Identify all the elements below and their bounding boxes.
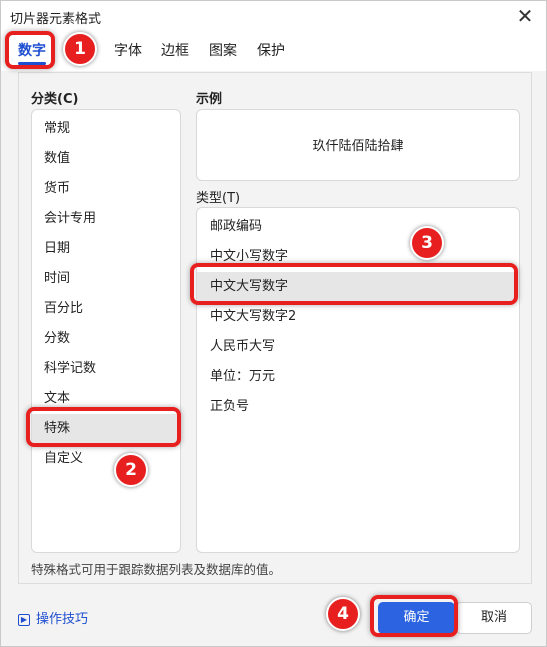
cancel-button[interactable]: 取消 — [456, 602, 532, 634]
type-item-unit-wan[interactable]: 单位：万元 — [197, 362, 516, 392]
type-item-postal-code[interactable]: 邮政编码 — [197, 212, 516, 242]
highlight-category-special — [26, 407, 181, 447]
format-dialog: 切片器元素格式 ✕ 数字 字体 边框 图案 保护 分类(C) 常规 数值 货币 … — [0, 0, 547, 647]
step-badge-3: 3 — [410, 226, 444, 260]
category-item-date[interactable]: 日期 — [32, 234, 180, 264]
category-item-accounting[interactable]: 会计专用 — [32, 204, 180, 234]
category-list[interactable]: 常规 数值 货币 会计专用 日期 时间 百分比 分数 科学记数 文本 特殊 自定… — [31, 109, 181, 553]
step-badge-4: 4 — [326, 597, 360, 631]
title-bar: 切片器元素格式 ✕ — [1, 1, 546, 31]
category-item-fraction[interactable]: 分数 — [32, 324, 180, 354]
highlight-tab-number — [5, 31, 55, 69]
type-list[interactable]: 邮政编码 中文小写数字 中文大写数字 中文大写数字2 人民币大写 单位：万元 正… — [196, 207, 520, 553]
sample-label: 示例 — [196, 92, 223, 107]
number-tab-panel: 分类(C) 常规 数值 货币 会计专用 日期 时间 百分比 分数 科学记数 文本… — [18, 72, 532, 584]
type-item-plus-minus[interactable]: 正负号 — [197, 392, 516, 422]
play-icon: ▶ — [18, 614, 30, 626]
sample-value: 玖仟陆佰陆拾肆 — [312, 139, 404, 154]
highlight-ok-button — [370, 595, 458, 637]
category-item-custom[interactable]: 自定义 — [32, 444, 180, 474]
category-item-currency[interactable]: 货币 — [32, 174, 180, 204]
tab-border[interactable]: 边框 — [161, 40, 189, 60]
step-badge-2: 2 — [114, 453, 148, 487]
highlight-type-chinese-uppercase — [190, 263, 518, 305]
category-item-number[interactable]: 数值 — [32, 144, 180, 174]
tips-label: 操作技巧 — [36, 612, 89, 627]
dialog-title: 切片器元素格式 — [10, 12, 102, 27]
tab-pattern[interactable]: 图案 — [209, 40, 237, 60]
category-item-scientific[interactable]: 科学记数 — [32, 354, 180, 384]
category-label: 分类(C) — [31, 92, 79, 107]
tab-font[interactable]: 字体 — [114, 40, 142, 60]
type-item-rmb-uppercase[interactable]: 人民币大写 — [197, 332, 516, 362]
format-description: 特殊格式可用于跟踪数据列表及数据库的值。 — [31, 562, 282, 577]
close-icon[interactable]: ✕ — [512, 3, 538, 29]
category-item-general[interactable]: 常规 — [32, 114, 180, 144]
type-label: 类型(T) — [196, 191, 241, 206]
tab-protection[interactable]: 保护 — [257, 40, 285, 60]
step-badge-1: 1 — [63, 32, 97, 66]
sample-preview: 玖仟陆佰陆拾肆 — [196, 109, 520, 181]
category-item-percentage[interactable]: 百分比 — [32, 294, 180, 324]
category-item-time[interactable]: 时间 — [32, 264, 180, 294]
tips-link[interactable]: ▶ 操作技巧 — [18, 608, 88, 627]
type-item-chinese-uppercase-2[interactable]: 中文大写数字2 — [197, 302, 516, 332]
